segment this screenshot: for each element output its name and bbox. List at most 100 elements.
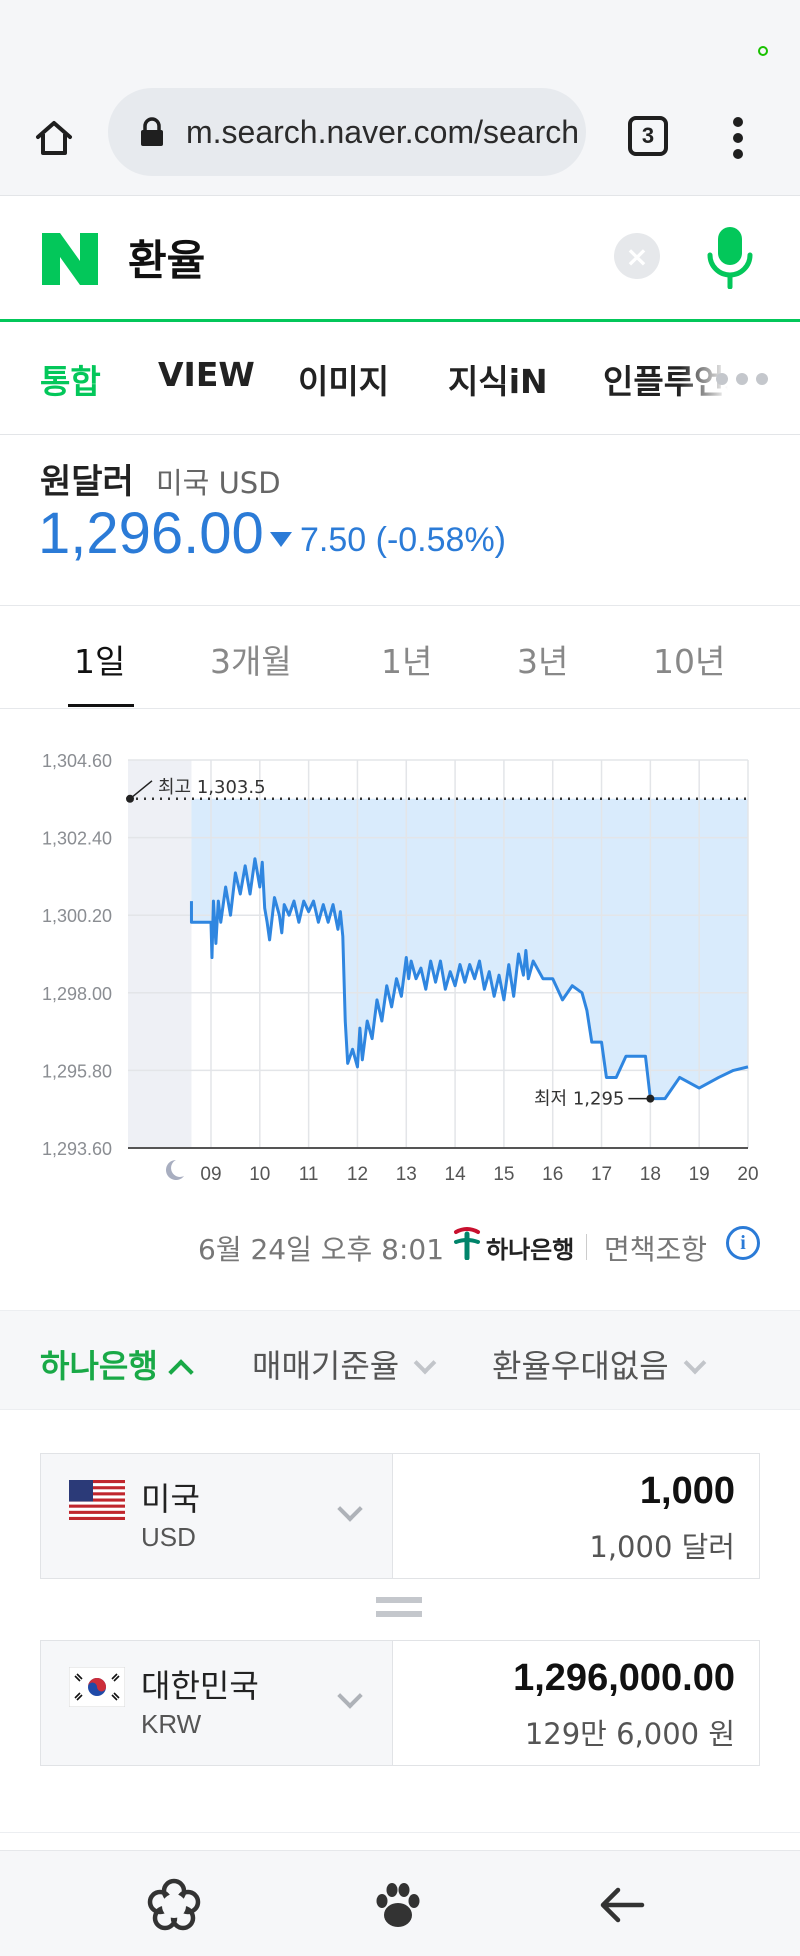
us-flag-icon bbox=[69, 1480, 125, 1520]
y-tick-label: 1,304.60 bbox=[42, 751, 112, 771]
y-tick-label: 1,300.20 bbox=[42, 906, 112, 926]
flower-icon bbox=[147, 1878, 201, 1931]
rate-type-selector[interactable]: 매매기준율 bbox=[252, 1341, 437, 1387]
x-tick-label: 13 bbox=[396, 1164, 417, 1180]
chart-svg: 1,304.60 1,302.40 1,300.20 1,298.00 1,295.80… bbox=[42, 751, 759, 1185]
high-label: 최고 1,303.5 bbox=[158, 777, 266, 798]
divider bbox=[0, 1832, 800, 1833]
from-currency-selector[interactable]: 미국 USD bbox=[41, 1454, 393, 1578]
x-tick-label: 20 bbox=[737, 1164, 758, 1180]
lock-icon bbox=[136, 116, 168, 148]
x-tick-label: 15 bbox=[493, 1164, 514, 1180]
naver-logo-icon[interactable] bbox=[42, 233, 98, 285]
low-marker bbox=[646, 1094, 655, 1103]
chevron-up-icon bbox=[168, 1359, 194, 1385]
moon-icon bbox=[166, 1160, 184, 1180]
chevron-down-icon bbox=[413, 1351, 437, 1375]
tab-knowledge-in[interactable]: 지식iN bbox=[448, 355, 548, 403]
clear-search-button[interactable]: × bbox=[614, 233, 660, 279]
period-tab-1d[interactable]: 1일 bbox=[74, 635, 125, 683]
chart-area-fill bbox=[191, 798, 748, 1099]
tab-view[interactable]: VIEW bbox=[158, 355, 255, 394]
period-tab-10y[interactable]: 10년 bbox=[653, 635, 725, 683]
y-tick-label: 1,295.80 bbox=[42, 1061, 112, 1081]
currency-pair-subtitle: 미국 USD bbox=[156, 466, 281, 500]
hana-bank-logo-icon bbox=[454, 1227, 480, 1260]
rate-change: 7.50 (-0.58%) bbox=[300, 521, 506, 559]
x-tick-label: 16 bbox=[542, 1164, 563, 1180]
from-currency-name: 미국 bbox=[141, 1480, 200, 1518]
active-tab-indicator bbox=[68, 704, 134, 707]
from-amount-input[interactable]: 1,000 bbox=[640, 1470, 735, 1513]
voice-search-icon[interactable] bbox=[702, 225, 758, 289]
bank-selector-label: 하나은행 bbox=[40, 1347, 158, 1385]
pre-market-shading bbox=[128, 760, 192, 1148]
period-tab-3m[interactable]: 3개월 bbox=[210, 635, 292, 683]
to-amount-text: 129만 6,000 원 bbox=[524, 1717, 735, 1751]
x-tick-label: 17 bbox=[591, 1164, 612, 1180]
info-icon[interactable]: i bbox=[726, 1226, 760, 1260]
tab-all[interactable]: 통합 bbox=[40, 355, 101, 403]
to-amount-input[interactable]: 1,296,000.00 bbox=[513, 1657, 735, 1700]
from-amount-text: 1,000 달러 bbox=[589, 1530, 735, 1564]
currency-pair-name: 원달러 bbox=[40, 462, 134, 502]
to-currency-name: 대한민국 bbox=[141, 1667, 259, 1705]
paw-icon bbox=[376, 1883, 420, 1927]
dot-icon bbox=[736, 373, 748, 385]
pet-button[interactable] bbox=[368, 1875, 428, 1935]
status-indicator-icon bbox=[758, 46, 768, 56]
x-tick-label: 14 bbox=[445, 1164, 467, 1180]
y-tick-label: 1,293.60 bbox=[42, 1139, 112, 1159]
exchange-rate-summary: 원달러 미국 USD 1,296.00 7.50 (-0.58%) bbox=[0, 436, 800, 606]
down-arrow-icon bbox=[270, 532, 292, 547]
tab-switcher-button[interactable]: 3 bbox=[622, 110, 674, 162]
browser-toolbar: m.search.naver.com/search 3 bbox=[0, 86, 800, 196]
x-tick-label: 18 bbox=[640, 1164, 661, 1180]
chevron-down-icon bbox=[337, 1496, 363, 1522]
to-currency-selector[interactable]: 대한민국 KRW bbox=[41, 1641, 393, 1765]
x-tick-label: 10 bbox=[249, 1164, 270, 1180]
bank-selector[interactable]: 하나은행 bbox=[40, 1341, 194, 1387]
search-header: 환율 × bbox=[0, 197, 800, 322]
search-query[interactable]: 환율 bbox=[128, 227, 205, 288]
converter-to-row: 대한민국 KRW 1,296,000.00 129만 6,000 원 bbox=[40, 1640, 760, 1766]
exchange-rate-chart[interactable]: 1,304.60 1,302.40 1,300.20 1,298.00 1,295.80… bbox=[0, 710, 800, 1185]
back-button[interactable] bbox=[592, 1875, 652, 1935]
separator bbox=[586, 1234, 587, 1260]
to-currency-code: KRW bbox=[141, 1709, 202, 1739]
more-vertical-icon bbox=[733, 117, 743, 159]
period-tab-1y[interactable]: 1년 bbox=[381, 635, 432, 683]
x-tick-label: 12 bbox=[347, 1164, 368, 1180]
dot-icon bbox=[716, 373, 728, 385]
back-arrow-icon bbox=[600, 1887, 645, 1923]
home-icon bbox=[36, 121, 72, 155]
discount-selector[interactable]: 환율우대없음 bbox=[492, 1341, 706, 1387]
source-bank-name: 하나은행 bbox=[486, 1236, 575, 1264]
period-tabs: 1일 3개월 1년 3년 10년 bbox=[0, 607, 800, 709]
browser-menu-button[interactable] bbox=[718, 110, 758, 166]
from-currency-code: USD bbox=[141, 1522, 196, 1552]
period-tab-3y[interactable]: 3년 bbox=[517, 635, 568, 683]
dot-icon bbox=[756, 373, 768, 385]
low-label: 최저 1,295 bbox=[534, 1089, 624, 1110]
x-tick-label: 09 bbox=[200, 1164, 221, 1180]
x-tick-label: 19 bbox=[689, 1164, 710, 1180]
tab-count: 3 bbox=[628, 116, 668, 156]
bottom-navigation bbox=[0, 1850, 800, 1956]
y-tick-label: 1,302.40 bbox=[42, 829, 112, 849]
more-tabs-button[interactable] bbox=[716, 369, 778, 389]
rate-type-label: 매매기준율 bbox=[252, 1347, 400, 1385]
status-bar bbox=[0, 0, 800, 86]
chevron-down-icon bbox=[337, 1683, 363, 1709]
update-timestamp: 6월 24일 오후 8:01 bbox=[198, 1233, 445, 1266]
equals-icon bbox=[376, 1597, 422, 1619]
address-bar[interactable]: m.search.naver.com/search bbox=[108, 88, 586, 176]
tab-images[interactable]: 이미지 bbox=[298, 355, 389, 403]
current-rate: 1,296.00 bbox=[38, 501, 264, 566]
greendot-button[interactable] bbox=[144, 1875, 204, 1935]
x-tick-label: 11 bbox=[299, 1164, 319, 1180]
data-source-line: 6월 24일 오후 8:01 하나은행 면책조항 i bbox=[0, 1208, 800, 1278]
home-button[interactable] bbox=[24, 108, 84, 168]
korea-flag-icon bbox=[69, 1667, 125, 1707]
disclaimer-link[interactable]: 면책조항 bbox=[604, 1228, 707, 1268]
